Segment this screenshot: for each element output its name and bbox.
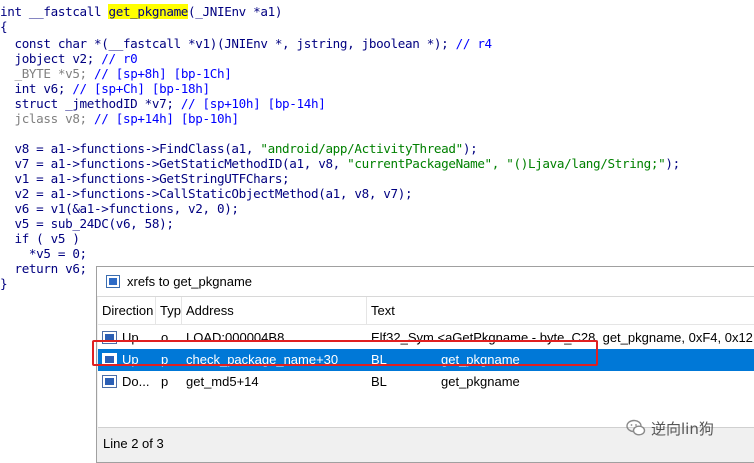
string-literal: "currentPackageName", "()Ljava/lang/Stri…: [347, 156, 666, 171]
decl-comment: // [sp+10h] [bp-14h]: [180, 96, 326, 111]
decl-comment: // [sp+Ch] [bp-18h]: [72, 81, 210, 96]
function-name-highlighted[interactable]: get_pkgname: [108, 4, 188, 19]
signature-suffix: (_JNIEnv *a1): [188, 4, 283, 19]
column-header-direction[interactable]: Direction: [98, 297, 156, 325]
code-line: const char *(__fastcall *v1)(JNIEnv *, j…: [0, 36, 492, 51]
code-line: v5 = sub_24DC(v6, 58);: [0, 216, 174, 231]
code-line: v1 = a1->functions->GetStringUTFChars;: [0, 171, 290, 186]
xref-operand: get_pkgname: [441, 374, 520, 389]
xref-type: p: [161, 374, 169, 389]
code-line: v6 = v1(&a1->functions, v2, 0);: [0, 201, 239, 216]
code-line: jclass v8; // [sp+14h] [bp-10h]: [0, 111, 239, 126]
column-header-type[interactable]: Typ: [156, 297, 182, 325]
watermark: 逆向lin狗: [626, 418, 754, 440]
decl-comment: // [sp+8h] [bp-1Ch]: [94, 66, 232, 81]
selection-outline-annotation: [92, 340, 598, 366]
wechat-icon: [626, 419, 646, 436]
string-literal: "android/app/ActivityThread": [260, 141, 463, 156]
xref-address: get_md5+14: [186, 374, 259, 389]
code-line: _BYTE *v5; // [sp+8h] [bp-1Ch]: [0, 66, 231, 81]
code-line: v2 = a1->functions->CallStaticObjectMeth…: [0, 186, 413, 201]
stmt-text: );: [462, 141, 478, 156]
decl-text: struct _jmethodID *v7;: [0, 96, 181, 111]
code-line: *v5 = 0;: [0, 246, 87, 261]
code-line: struct _jmethodID *v7; // [sp+10h] [bp-1…: [0, 96, 325, 111]
decl-text: const char *(__fastcall *v1)(JNIEnv *, j…: [0, 36, 456, 51]
decl-comment: // [sp+14h] [bp-10h]: [94, 111, 239, 126]
stmt-text: v8 = a1->functions->FindClass(a1,: [0, 141, 261, 156]
xref-row[interactable]: Do... p get_md5+14 BL get_pkgname: [98, 371, 754, 393]
code-line: v8 = a1->functions->FindClass(a1, "andro…: [0, 141, 477, 156]
decl-text: int v6;: [0, 81, 73, 96]
function-signature: int __fastcall get_pkgname(_JNIEnv *a1): [0, 4, 282, 19]
code-line: v7 = a1->functions->GetStaticMethodID(a1…: [0, 156, 680, 171]
open-brace: {: [0, 19, 8, 34]
code-line: jobject v2; // r0: [0, 51, 137, 66]
decl-comment: // r0: [101, 51, 138, 66]
xref-row-icon: [102, 375, 117, 388]
decl-text: jobject v2;: [0, 51, 102, 66]
decl-comment: // r4: [455, 36, 493, 51]
column-header-text[interactable]: Text: [367, 297, 754, 325]
xref-direction: Do...: [122, 374, 150, 389]
xrefs-title: xrefs to get_pkgname: [127, 274, 253, 289]
stmt-text: );: [665, 156, 680, 171]
column-header-address[interactable]: Address: [182, 297, 367, 325]
xrefs-window-icon: [106, 275, 120, 288]
code-line: int v6; // [sp+Ch] [bp-18h]: [0, 81, 210, 96]
code-line: return v6;: [0, 261, 87, 276]
decl-text: jclass v8;: [0, 111, 95, 126]
status-line-count: Line 2 of 3: [103, 436, 164, 451]
watermark-text: 逆向lin狗: [651, 420, 714, 438]
stmt-text: v7 = a1->functions->GetStaticMethodID(a1…: [0, 156, 348, 171]
xref-instruction: BL: [371, 374, 387, 389]
code-line: if ( v5 ): [0, 231, 80, 246]
close-brace: }: [0, 276, 8, 291]
decl-text: _BYTE *v5;: [0, 66, 95, 81]
xrefs-titlebar[interactable]: xrefs to get_pkgname: [97, 267, 754, 297]
signature-prefix: int __fastcall: [0, 4, 109, 19]
